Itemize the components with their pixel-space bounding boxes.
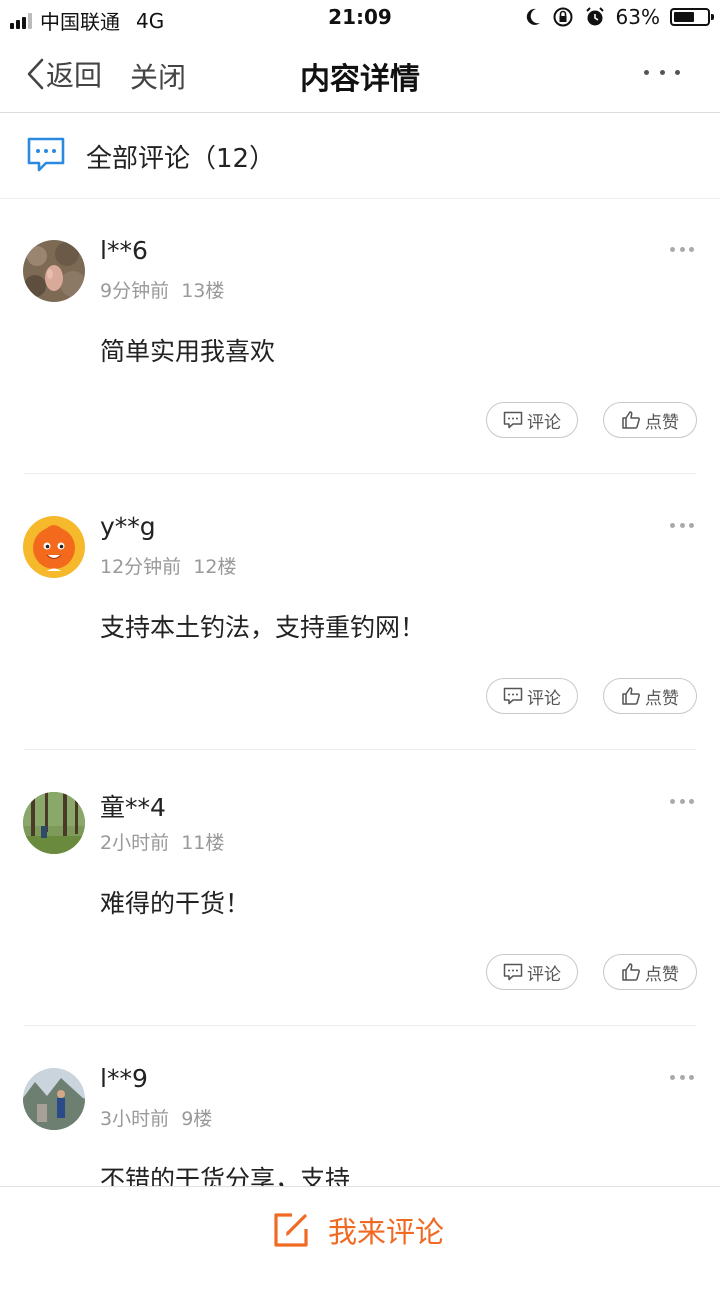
nav-bar: 返回 关闭 内容详情 xyxy=(0,36,720,113)
like-button[interactable]: 点赞 xyxy=(603,402,697,438)
avatar[interactable] xyxy=(23,240,85,302)
like-label: 点赞 xyxy=(645,688,679,709)
alarm-icon xyxy=(585,7,604,26)
thumbs-up-icon xyxy=(622,411,640,429)
comment-meta: 12分钟前 12楼 xyxy=(100,552,236,579)
rotation-lock-icon xyxy=(553,7,573,27)
comment-item: l**6 9分钟前 13楼 简单实用我喜欢 评论 点赞 xyxy=(0,198,720,474)
comment-username[interactable]: l**6 xyxy=(100,236,148,265)
back-button[interactable]: 返回 xyxy=(24,54,102,94)
comment-floor: 13楼 xyxy=(181,280,225,302)
reply-label: 评论 xyxy=(527,412,561,433)
comment-more-icon[interactable] xyxy=(670,518,694,532)
page-title: 内容详情 xyxy=(300,62,420,97)
comments-header: 全部评论（12） xyxy=(0,112,720,199)
comment-item: y**g 12分钟前 12楼 支持本土钓法，支持重钓网！ 评论 点赞 xyxy=(0,474,720,750)
thumbs-up-icon xyxy=(622,687,640,705)
comment-text: 难得的干货！ xyxy=(100,889,251,918)
moon-icon xyxy=(526,8,540,25)
avatar[interactable] xyxy=(23,792,85,854)
battery-percent: 63% xyxy=(615,5,660,29)
comment-time: 2小时前 xyxy=(100,832,170,854)
reply-icon xyxy=(503,687,523,705)
like-label: 点赞 xyxy=(645,964,679,985)
comment-meta: 9分钟前 13楼 xyxy=(100,276,224,303)
comment-floor: 12楼 xyxy=(193,556,237,578)
battery-icon xyxy=(670,8,714,26)
comment-username[interactable]: l**9 xyxy=(100,1064,148,1093)
comment-time: 12分钟前 xyxy=(100,556,182,578)
comment-text: 支持本土钓法，支持重钓网！ xyxy=(100,613,426,642)
comment-username[interactable]: y**g xyxy=(100,512,156,541)
comment-item: 童**4 2小时前 11楼 难得的干货！ 评论 点赞 xyxy=(0,750,720,1026)
comment-username[interactable]: 童**4 xyxy=(100,788,166,824)
thumbs-up-icon xyxy=(622,963,640,981)
comments-count-title: 全部评论（12） xyxy=(86,144,276,174)
comment-time: 3小时前 xyxy=(100,1108,170,1130)
chevron-left-icon xyxy=(27,58,44,90)
close-button[interactable]: 关闭 xyxy=(130,56,186,96)
comment-meta: 2小时前 11楼 xyxy=(100,828,224,855)
write-comment-label: 我来评论 xyxy=(328,1215,445,1249)
comment-floor: 9楼 xyxy=(181,1108,213,1130)
comment-text: 简单实用我喜欢 xyxy=(100,337,276,366)
reply-label: 评论 xyxy=(527,688,561,709)
reply-button[interactable]: 评论 xyxy=(486,954,578,990)
reply-button[interactable]: 评论 xyxy=(486,402,578,438)
comment-floor: 11楼 xyxy=(181,832,225,854)
like-button[interactable]: 点赞 xyxy=(603,678,697,714)
like-button[interactable]: 点赞 xyxy=(603,954,697,990)
reply-label: 评论 xyxy=(527,964,561,985)
status-right: 63% xyxy=(524,5,714,29)
back-label: 返回 xyxy=(46,59,103,92)
more-dots-icon[interactable] xyxy=(644,60,680,84)
like-label: 点赞 xyxy=(645,412,679,433)
status-bar: 中国联通 4G 21:09 63% xyxy=(0,0,720,36)
battery-fill xyxy=(674,12,694,22)
edit-icon xyxy=(274,1213,308,1247)
bottom-bar: 我来评论 xyxy=(0,1186,720,1281)
comment-meta: 3小时前 9楼 xyxy=(100,1104,212,1131)
comment-more-icon[interactable] xyxy=(670,794,694,808)
reply-icon xyxy=(503,963,523,981)
comment-more-icon[interactable] xyxy=(670,1070,694,1084)
reply-icon xyxy=(503,411,523,429)
comment-time: 9分钟前 xyxy=(100,280,170,302)
avatar[interactable] xyxy=(23,1068,85,1130)
comment-more-icon[interactable] xyxy=(670,242,694,256)
reply-button[interactable]: 评论 xyxy=(486,678,578,714)
avatar[interactable] xyxy=(23,516,85,578)
write-comment-button[interactable]: 我来评论 xyxy=(270,1209,444,1251)
comment-bubble-icon xyxy=(27,137,65,172)
